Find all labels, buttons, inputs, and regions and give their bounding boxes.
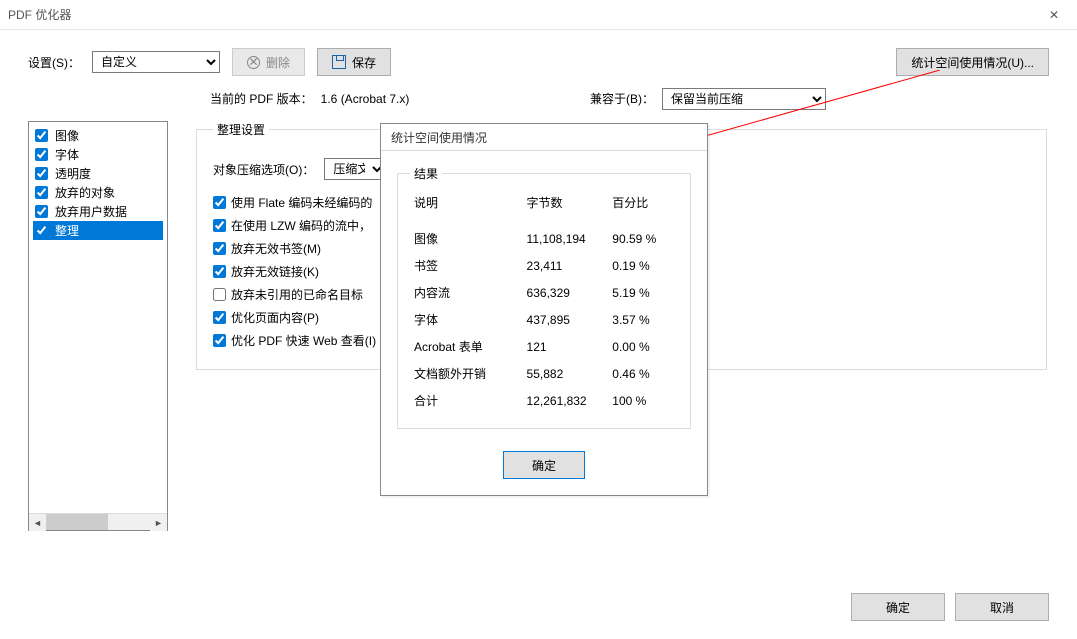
audit-table: 说明 字节数 百分比 图像11,108,19490.59 %书签23,4110.… (410, 190, 678, 414)
sidebar-item-checkbox[interactable] (35, 129, 48, 142)
sidebar-item[interactable]: 放弃的对象 (33, 183, 163, 202)
save-button[interactable]: 保存 (317, 48, 391, 76)
current-version-value: 1.6 (Acrobat 7.x) (321, 92, 410, 106)
sidebar-item-checkbox[interactable] (35, 186, 48, 199)
ok-button[interactable]: 确定 (851, 593, 945, 621)
sidebar-item-label: 放弃用户数据 (55, 203, 127, 220)
audit-dialog: 统计空间使用情况 结果 说明 字节数 百分比 图像11,108,19490.59… (380, 123, 708, 496)
sidebar-item[interactable]: 图像 (33, 126, 163, 145)
panel-legend: 整理设置 (213, 121, 269, 138)
settings-select[interactable]: 自定义 (92, 51, 220, 73)
floppy-icon (332, 55, 346, 69)
delete-button: ✕ 删除 (232, 48, 305, 76)
sidebar-item-label: 图像 (55, 127, 79, 144)
toolbar: 设置(S)： 自定义 ✕ 删除 保存 统计空间使用情况(U)... (0, 30, 1077, 86)
sidebar-item[interactable]: 透明度 (33, 164, 163, 183)
audit-dialog-title: 统计空间使用情况 (381, 124, 707, 151)
compat-label: 兼容于(B)： (590, 90, 654, 107)
scroll-left-icon[interactable]: ◄ (29, 514, 46, 531)
sidebar-item[interactable]: 字体 (33, 145, 163, 164)
sidebar-item[interactable]: 整理 (33, 221, 163, 240)
current-version-label: 当前的 PDF 版本： (210, 90, 313, 107)
scroll-thumb[interactable] (46, 514, 108, 530)
window-title: PDF 优化器 (8, 6, 71, 23)
table-row: 书签23,4110.19 % (410, 252, 678, 279)
sidebar-item-label: 整理 (55, 222, 79, 239)
close-icon[interactable]: ✕ (1031, 0, 1077, 30)
audit-ok-button[interactable]: 确定 (503, 451, 585, 479)
obj-compress-label: 对象压缩选项(O)： (213, 161, 314, 178)
audit-space-button[interactable]: 统计空间使用情况(U)... (896, 48, 1049, 76)
table-row: Acrobat 表单1210.00 % (410, 333, 678, 360)
obj-compress-select[interactable]: 压缩文 (324, 158, 386, 180)
delete-icon: ✕ (247, 56, 260, 69)
sidebar-item-label: 字体 (55, 146, 79, 163)
dialog-footer: 确定 取消 (851, 593, 1049, 621)
sidebar-scrollbar[interactable]: ◄ ► (29, 513, 167, 530)
audit-group-legend: 结果 (410, 165, 442, 182)
compat-select[interactable]: 保留当前压缩 (662, 88, 826, 110)
table-row: 图像11,108,19490.59 % (410, 225, 678, 252)
category-sidebar: 图像字体透明度放弃的对象放弃用户数据整理 ◄ ► (28, 121, 168, 531)
version-row: 当前的 PDF 版本： 1.6 (Acrobat 7.x) 兼容于(B)： 保留… (0, 86, 1077, 121)
col-bytes: 字节数 (523, 190, 609, 225)
window-titlebar: PDF 优化器 ✕ (0, 0, 1077, 30)
sidebar-item-label: 透明度 (55, 165, 91, 182)
table-row: 合计12,261,832100 % (410, 387, 678, 414)
table-row: 内容流636,3295.19 % (410, 279, 678, 306)
sidebar-item-checkbox[interactable] (35, 205, 48, 218)
settings-label: 设置(S)： (28, 54, 80, 71)
table-row: 文档额外开销55,8820.46 % (410, 360, 678, 387)
sidebar-item[interactable]: 放弃用户数据 (33, 202, 163, 221)
sidebar-item-label: 放弃的对象 (55, 184, 115, 201)
col-pct: 百分比 (608, 190, 678, 225)
cancel-button[interactable]: 取消 (955, 593, 1049, 621)
scroll-right-icon[interactable]: ► (150, 514, 167, 531)
sidebar-item-checkbox[interactable] (35, 167, 48, 180)
table-row: 字体437,8953.57 % (410, 306, 678, 333)
sidebar-item-checkbox[interactable] (35, 224, 48, 237)
sidebar-item-checkbox[interactable] (35, 148, 48, 161)
col-desc: 说明 (410, 190, 523, 225)
